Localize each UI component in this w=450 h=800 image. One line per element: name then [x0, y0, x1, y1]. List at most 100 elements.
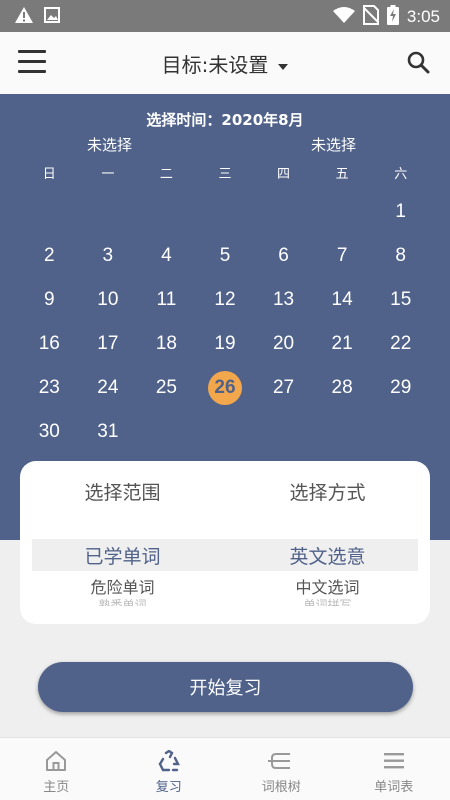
search-icon[interactable] [406, 50, 430, 78]
weekday-label: 日 [42, 167, 56, 182]
calendar-day-number: 3 [102, 245, 114, 266]
calendar-day-number: 4 [161, 245, 172, 266]
calendar-day-number: 8 [395, 245, 406, 266]
range-picker[interactable]: 选择范围 已学单词 危险单词 熟悉单词 [20, 461, 225, 624]
calendar-day[interactable]: 18 [137, 322, 196, 366]
calendar-day-number: 12 [214, 289, 236, 310]
calendar-day-number: 15 [390, 289, 412, 310]
nav-root-tree[interactable]: 词根树 [225, 738, 338, 800]
calendar-day[interactable]: 13 [254, 278, 313, 322]
no-sim-icon [362, 5, 380, 29]
calendar-day[interactable]: 22 [371, 322, 430, 366]
calendar-day-today[interactable]: 26 [196, 366, 255, 410]
calendar-day[interactable]: 27 [254, 366, 313, 410]
start-review-button[interactable]: 开始复习 [38, 662, 413, 712]
caret-down-icon [278, 63, 289, 70]
calendar-day[interactable]: 7 [313, 234, 372, 278]
calendar-day-number: 7 [336, 245, 348, 266]
calendar-day[interactable]: 25 [137, 366, 196, 410]
calendar-day[interactable]: 8 [371, 234, 430, 278]
nav-root-tree-label: 词根树 [261, 780, 301, 795]
page-title: 目标:未设置 [161, 53, 269, 77]
calendar-day-number: 26 [207, 371, 242, 405]
range-option-next[interactable]: 危险单词 [20, 574, 225, 598]
mode-option-next[interactable]: 中文选词 [225, 574, 430, 598]
range-option-faded[interactable]: 熟悉单词 [20, 597, 225, 606]
calendar-day-number: 18 [155, 333, 177, 354]
calendar-day-number: 16 [38, 333, 60, 354]
calendar-title: 选择时间：2020年8月 [146, 111, 304, 129]
calendar-day[interactable]: 31 [79, 410, 138, 454]
calendar-day[interactable]: 6 [254, 234, 313, 278]
app-bar: 目标:未设置 [0, 32, 450, 94]
image-notification-icon [44, 7, 60, 27]
calendar-day-number: 11 [156, 289, 177, 310]
nav-word-list[interactable]: 单词表 [338, 738, 450, 800]
bottom-navigation: 主页 复习 词根树 单词表 [0, 737, 450, 800]
calendar-day-number: 19 [214, 333, 236, 354]
calendar-day-number: 6 [278, 245, 289, 266]
nav-home[interactable]: 主页 [0, 738, 113, 800]
range-option-selected[interactable]: 已学单词 [20, 542, 225, 569]
calendar-day-number: 5 [219, 245, 231, 266]
goal-dropdown[interactable]: 目标:未设置 [0, 49, 450, 78]
weekday-label: 五 [335, 167, 349, 182]
end-selection-label: 未选择 [311, 136, 357, 154]
root-tree-icon [225, 749, 338, 773]
status-bar: 3:05 [0, 0, 450, 32]
calendar-day[interactable]: 20 [254, 322, 313, 366]
calendar-day[interactable]: 2 [20, 234, 79, 278]
review-options-card: 选择范围 已学单词 危险单词 熟悉单词 选择方式 英文选意 中文选词 单词拼写 [20, 461, 430, 624]
mode-option-faded[interactable]: 单词拼写 [225, 597, 430, 606]
weekday-header: 日一二三四五六 [20, 163, 430, 182]
calendar-day-number: 17 [97, 333, 119, 354]
calendar-day[interactable]: 16 [20, 322, 79, 366]
calendar-day[interactable]: 4 [137, 234, 196, 278]
calendar-day[interactable]: 30 [20, 410, 79, 454]
home-icon [0, 749, 113, 773]
calendar-day[interactable]: 5 [196, 234, 255, 278]
calendar-day[interactable]: 23 [20, 366, 79, 410]
nav-review[interactable]: 复习 [113, 738, 226, 800]
mode-option-selected[interactable]: 英文选意 [225, 542, 430, 569]
calendar-day-number: 14 [331, 289, 353, 310]
warning-icon [14, 6, 34, 28]
calendar-day-number: 25 [155, 377, 177, 398]
nav-review-label: 复习 [155, 780, 182, 795]
calendar-day[interactable]: 28 [313, 366, 372, 410]
calendar-day[interactable]: 11 [137, 278, 196, 322]
weekday-label: 六 [394, 167, 408, 182]
calendar-day[interactable]: 17 [79, 322, 138, 366]
nav-home-label: 主页 [43, 780, 70, 795]
calendar-day[interactable]: 9 [20, 278, 79, 322]
weekday-label: 一 [101, 167, 115, 182]
calendar-day[interactable]: 10 [79, 278, 138, 322]
calendar-day[interactable]: 14 [313, 278, 372, 322]
calendar-day-number: 20 [272, 333, 295, 354]
calendar-day-number: 2 [43, 245, 55, 266]
calendar-day-number: 21 [331, 333, 353, 354]
calendar-day[interactable]: 3 [79, 234, 138, 278]
calendar-day[interactable]: 15 [371, 278, 430, 322]
calendar-day-number: 24 [97, 377, 119, 398]
status-time: 3:05 [406, 7, 440, 26]
calendar-day[interactable]: 1 [371, 190, 430, 234]
calendar-day-number: 22 [390, 333, 412, 354]
calendar-day[interactable]: 24 [79, 366, 138, 410]
mode-picker[interactable]: 选择方式 英文选意 中文选词 单词拼写 [225, 461, 430, 624]
start-selection-label: 未选择 [87, 136, 133, 154]
calendar-day-number: 28 [331, 377, 353, 398]
weekday-label: 三 [218, 167, 232, 182]
battery-charging-icon [386, 5, 399, 29]
calendar-day[interactable]: 29 [371, 366, 430, 410]
weekday-label: 四 [277, 167, 291, 182]
calendar-day[interactable]: 21 [313, 322, 372, 366]
recycle-icon [113, 749, 226, 773]
weekday-label: 二 [159, 167, 173, 182]
calendar-day-number: 27 [272, 377, 295, 398]
mode-picker-header: 选择方式 [289, 482, 366, 504]
calendar-day-number: 1 [395, 201, 406, 222]
calendar-day[interactable]: 19 [196, 322, 255, 366]
calendar-day-number: 23 [38, 377, 60, 398]
calendar-day[interactable]: 12 [196, 278, 255, 322]
